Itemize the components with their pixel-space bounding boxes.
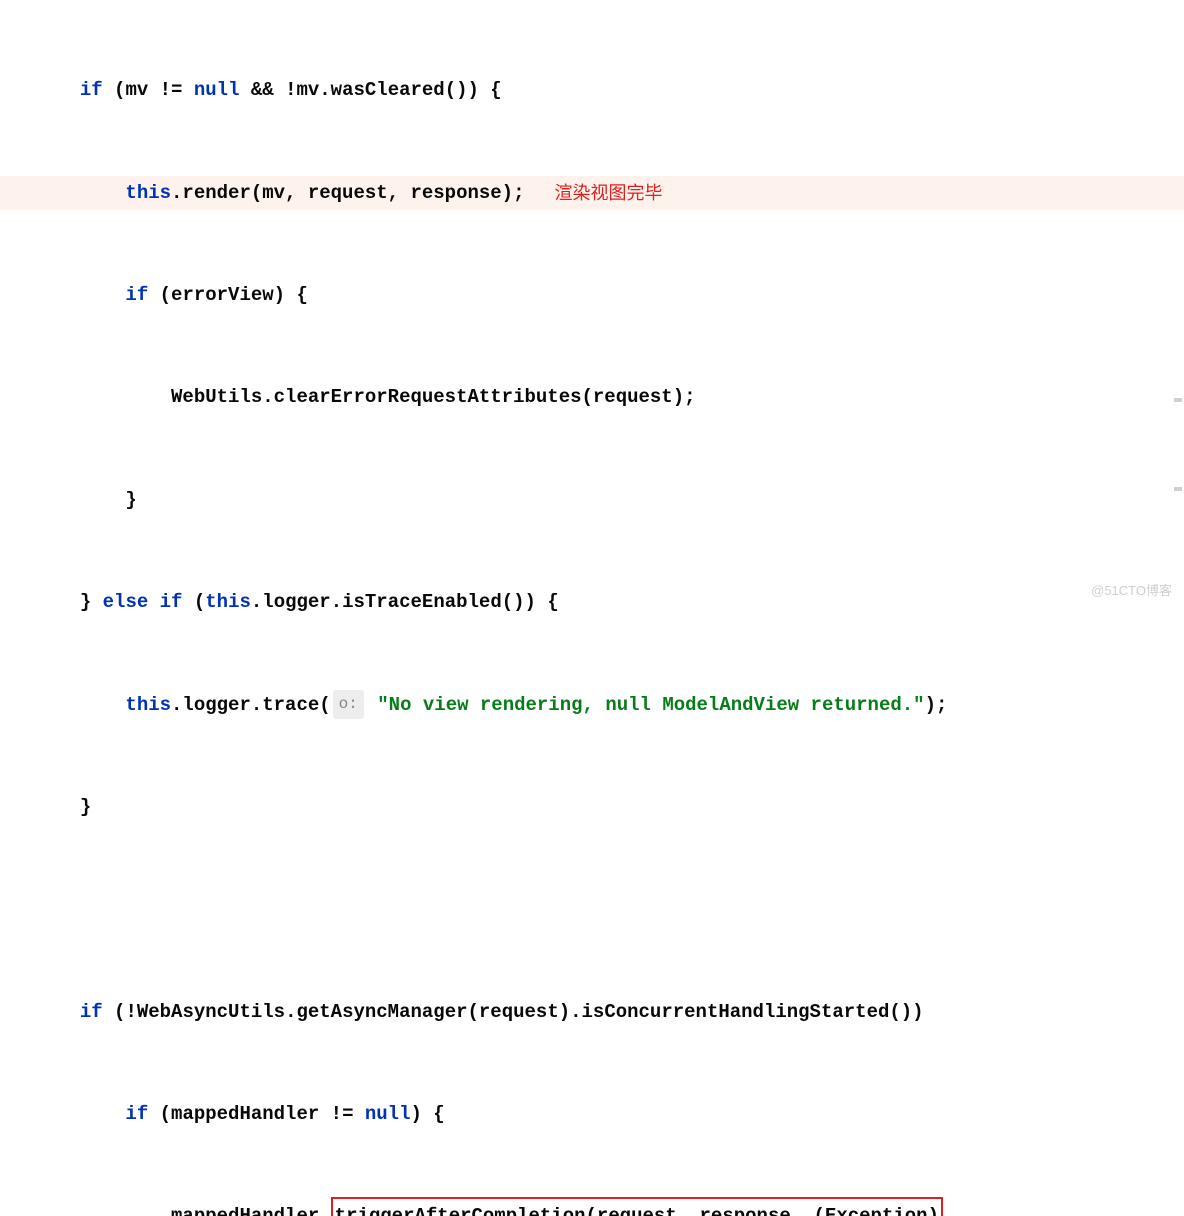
code-line: this.logger.trace(o: "No view rendering,… xyxy=(0,688,1184,722)
keyword-this: this xyxy=(125,176,171,210)
keyword-else-if: else if xyxy=(103,585,183,619)
code-line: WebUtils.clearErrorRequestAttributes(req… xyxy=(0,381,1184,415)
keyword-null: null xyxy=(365,1097,411,1131)
keyword-this: this xyxy=(125,688,171,722)
string-literal: "No view rendering, null ModelAndView re… xyxy=(377,688,924,722)
code-line: } xyxy=(0,790,1184,824)
code-line: if (mv != null && !mv.wasCleared()) { xyxy=(0,73,1184,107)
keyword-this: this xyxy=(205,585,251,619)
code-line: if (!WebAsyncUtils.getAsyncManager(reque… xyxy=(0,995,1184,1029)
code-line-blank xyxy=(0,892,1184,926)
annotation-render-done: 渲染视图完毕 xyxy=(555,177,663,209)
keyword-if: if xyxy=(125,278,148,312)
code-line-highlighted: this.render(mv, request, response);渲染视图完… xyxy=(0,176,1184,210)
keyword-null: null xyxy=(194,73,240,107)
code-editor: if (mv != null && !mv.wasCleared()) { th… xyxy=(0,0,1184,1216)
gutter-mark xyxy=(1174,487,1182,491)
keyword-if: if xyxy=(80,73,103,107)
code-line: } xyxy=(0,483,1184,517)
code-line: if (mappedHandler != null) { xyxy=(0,1097,1184,1131)
watermark: @51CTO博客 xyxy=(1091,579,1172,602)
highlight-box-trigger-after: triggerAfterCompletion(request, response… xyxy=(331,1197,943,1216)
code-line: } else if (this.logger.isTraceEnabled())… xyxy=(0,585,1184,619)
keyword-if: if xyxy=(125,1097,148,1131)
param-hint: o: xyxy=(333,690,364,719)
code-line: mappedHandler.triggerAfterCompletion(req… xyxy=(0,1200,1184,1216)
keyword-if: if xyxy=(80,995,103,1029)
code-line: if (errorView) { xyxy=(0,278,1184,312)
gutter-mark xyxy=(1174,398,1182,402)
